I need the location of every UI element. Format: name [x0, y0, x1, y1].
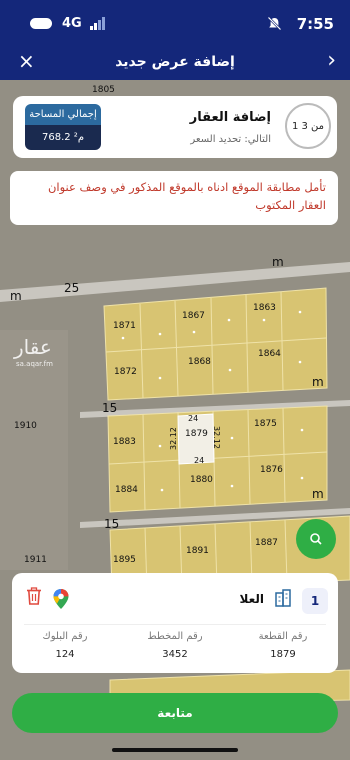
block-number-field: رقم البلوك 124: [20, 631, 110, 660]
parcel-index: 1: [310, 594, 320, 608]
street-label: 25: [64, 281, 79, 295]
dimension-label: 24: [188, 414, 198, 423]
card-divider: [24, 624, 326, 625]
total-area-label: إجمالي المساحة: [25, 104, 101, 125]
dimension-label: 24: [194, 456, 204, 465]
parcel-label: 1910: [14, 421, 37, 431]
chevron-right-icon[interactable]: ›: [327, 50, 336, 72]
total-area-badge: إجمالي المساحة 768.2 م²: [25, 104, 101, 150]
parcel-block-top: [103, 287, 328, 401]
parcel-label: 1872: [114, 367, 137, 377]
field-label: رقم القطعة: [258, 631, 308, 642]
app-header: × إضافة عرض جديد ›: [0, 48, 350, 80]
continue-button[interactable]: متابعة: [12, 693, 338, 733]
street-label: m: [312, 375, 324, 389]
step-indicator-label: 1 من 3: [291, 120, 325, 132]
warning-text: تأمل مطابقة الموقع ادناه بالموقع المذكور…: [47, 180, 326, 212]
city-name: العلا: [239, 592, 264, 606]
field-value: 3452: [162, 649, 188, 660]
parcel-label: 1883: [113, 437, 136, 447]
google-maps-icon[interactable]: [52, 588, 70, 610]
parcel-label: 1879: [185, 429, 208, 439]
building-icon: [275, 589, 291, 607]
next-step-label: التالي: تحديد السعر: [190, 134, 271, 145]
step-progress-indicator: 1 من 3: [285, 103, 331, 149]
continue-button-label: متابعة: [157, 706, 193, 720]
battery-icon: [30, 18, 52, 29]
signal-icon: [90, 17, 105, 30]
total-area-value: 768.2 م²: [25, 125, 101, 150]
trash-icon[interactable]: [26, 587, 42, 605]
location-warning: تأمل مطابقة الموقع ادناه بالموقع المذكور…: [10, 171, 338, 225]
watermark-logo: عقار: [13, 335, 52, 359]
parcel-label: 1887: [255, 538, 278, 548]
parcel-label: 1867: [182, 311, 205, 321]
bell-muted-icon: [267, 16, 282, 31]
parcel-block-middle: [107, 405, 328, 513]
street-label: 15: [102, 401, 117, 415]
field-value: 1879: [270, 649, 296, 660]
parcel-label: 1891: [186, 546, 209, 556]
dimension-label: 32.12: [169, 427, 178, 450]
parcel-label: 1871: [113, 321, 136, 331]
street-label: m: [312, 487, 324, 501]
street-label: 15: [104, 517, 119, 531]
parcel-label: 1876: [260, 465, 283, 475]
plan-number-field: رقم المخطط 3452: [130, 631, 220, 660]
dimension-label: 32.12: [212, 426, 221, 449]
status-bar: 4G 7:55: [0, 0, 350, 48]
parcel-label: 1805: [92, 85, 115, 95]
parcel-label: 1868: [188, 357, 211, 367]
search-map-button[interactable]: [296, 519, 336, 559]
field-label: رقم المخطط: [147, 631, 203, 642]
street-label: m: [10, 289, 22, 303]
status-time: 7:55: [296, 15, 334, 33]
street-label: m: [272, 255, 284, 269]
parcel-label: 1875: [254, 419, 277, 429]
parcel-label: 1864: [258, 349, 281, 359]
parcel-number-field: رقم القطعة 1879: [238, 631, 328, 660]
page-title: إضافة عرض جديد: [115, 54, 235, 70]
parcel-index-badge: 1: [302, 588, 328, 614]
step-card: إجمالي المساحة 768.2 م² إضافة العقار الت…: [13, 96, 337, 158]
parcel-info-card: 1 العلا رقم القطعة 1879 رقم المخطط 3452 …: [12, 573, 338, 673]
watermark-url: sa.aqar.fm: [16, 360, 53, 368]
network-label: 4G: [62, 16, 82, 31]
parcel-label: 1863: [253, 303, 276, 313]
parcel-label: 1884: [115, 485, 138, 495]
parcel-label: 1895: [113, 555, 136, 565]
field-value: 124: [55, 649, 75, 660]
step-title: إضافة العقار: [189, 110, 271, 125]
home-indicator: [112, 748, 238, 752]
parcel-label: 1880: [190, 475, 213, 485]
field-label: رقم البلوك: [42, 631, 88, 642]
parcel-label: 1911: [24, 555, 47, 565]
search-icon: [310, 533, 322, 545]
